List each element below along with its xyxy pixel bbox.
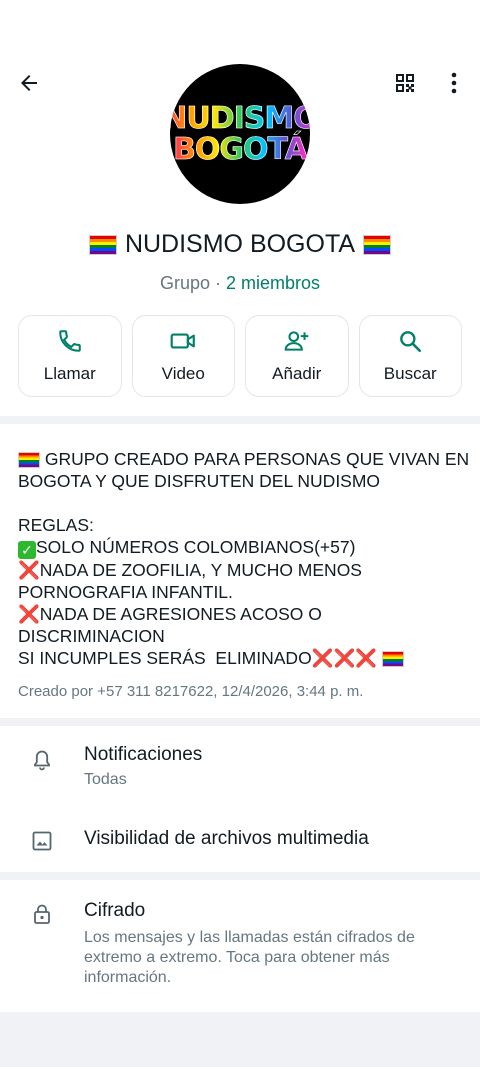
media-visibility-text: Visibilidad de archivos multimedia	[84, 828, 369, 850]
group-name-text: NUDISMO BOGOTA	[124, 230, 356, 258]
action-buttons: Llamar Video Añadir Buscar	[18, 315, 462, 397]
more-options-button[interactable]	[440, 66, 468, 100]
bell-icon	[34, 750, 50, 771]
encryption-text: Cifrado Los mensajes y las llamadas está…	[84, 900, 454, 988]
video-icon	[170, 333, 196, 349]
group-avatar[interactable]: NUDISMO BOGOTÁ	[170, 64, 310, 204]
group-header: NUDISMO BOGOTÁ NUDISMO BOGOTA Grupo · 2 …	[0, 0, 480, 416]
description-text: SOLO NÚMEROS COLOMBIANOS(+57)	[36, 537, 356, 557]
media-visibility-title: Visibilidad de archivos multimedia	[84, 828, 369, 849]
add-label: Añadir	[272, 364, 322, 383]
description-line: PORNOGRAFIA INFANTIL.	[18, 582, 233, 602]
members-count[interactable]: 2 miembros	[226, 273, 320, 293]
cross-mark-icon: ❌	[18, 560, 40, 580]
description-text: SI INCUMPLES SERÁS ELIMINADO	[18, 648, 312, 668]
search-icon	[400, 331, 422, 353]
search-label: Buscar	[383, 364, 437, 383]
back-button[interactable]	[12, 66, 46, 100]
subtitle-separator: ·	[210, 273, 226, 293]
add-person-icon	[284, 331, 309, 351]
description-text: NADA DE AGRESIONES ACOSO O	[39, 604, 322, 624]
call-label: Llamar	[43, 364, 96, 383]
back-arrow-icon	[21, 75, 37, 91]
notifications-title: Notificaciones	[84, 744, 203, 765]
description-line: REGLAS:	[18, 515, 94, 535]
description-line: SI INCUMPLES SERÁS ELIMINADO❌❌❌	[18, 647, 462, 669]
notifications-value: Todas	[84, 771, 127, 788]
cross-mark-icon: ❌	[311, 648, 334, 668]
rainbow-flag-icon	[363, 234, 392, 255]
video-button[interactable]: Video	[131, 315, 235, 397]
rainbow-flag-icon	[88, 234, 117, 255]
description-line: ❌NADA DE AGRESIONES ACOSO O	[18, 603, 462, 625]
video-label: Video	[161, 364, 205, 383]
avatar-logo-line1: NUDISMO	[170, 103, 310, 135]
cross-mark-icon: ❌	[18, 604, 40, 624]
group-subtitle: Grupo · 2 miembros	[0, 273, 480, 294]
description-line: ✓ SOLO NÚMEROS COLOMBIANOS(+57)	[18, 536, 462, 559]
encryption-section[interactable]: Cifrado Los mensajes y las llamadas está…	[0, 880, 480, 1012]
notifications-text: Notificaciones Todas	[84, 744, 202, 789]
description-text: GRUPO CREADO PARA PERSONAS QUE VIVAN EN	[40, 449, 470, 469]
qr-code-button[interactable]	[388, 66, 422, 100]
add-participant-button[interactable]: Añadir	[245, 315, 349, 397]
lock-icon	[34, 904, 50, 924]
media-visibility-row[interactable]: Visibilidad de archivos multimedia	[0, 828, 480, 858]
description-line: ❌NADA DE ZOOFILIA, Y MUCHO MENOS	[18, 559, 462, 581]
check-mark-icon: ✓	[18, 541, 36, 559]
search-button[interactable]: Buscar	[358, 315, 462, 397]
notifications-row[interactable]: Notificaciones Todas	[0, 744, 480, 804]
call-button[interactable]: Llamar	[18, 315, 122, 397]
encryption-description: Los mensajes y las llamadas están cifrad…	[84, 929, 415, 986]
description-line: DISCRIMINACION	[18, 626, 165, 646]
phone-icon	[58, 330, 81, 352]
image-icon	[32, 831, 52, 851]
avatar-logo-line2: BOGOTÁ	[173, 132, 308, 167]
description-blank	[18, 492, 462, 514]
settings-section: Notificaciones Todas Visibilidad de arch…	[0, 726, 480, 872]
cross-mark-icon: ❌	[333, 648, 356, 668]
more-vert-icon	[451, 72, 457, 94]
description-line: BOGOTA Y QUE DISFRUTEN DEL NUDISMO	[18, 471, 381, 491]
rainbow-flag-icon	[18, 452, 40, 469]
group-type: Grupo	[159, 273, 210, 293]
description-line: GRUPO CREADO PARA PERSONAS QUE VIVAN EN	[18, 448, 469, 470]
group-description[interactable]: GRUPO CREADO PARA PERSONAS QUE VIVAN EN …	[0, 424, 480, 718]
rainbow-flag-icon	[381, 651, 404, 668]
group-name: NUDISMO BOGOTA	[0, 230, 480, 259]
created-by-info: Creado por +57 311 8217622, 12/4/2026, 3…	[18, 683, 364, 700]
encryption-title: Cifrado	[84, 900, 146, 921]
cross-mark-icon: ❌	[355, 648, 378, 668]
qr-code-icon	[396, 74, 414, 92]
description-text: NADA DE ZOOFILIA, Y MUCHO MENOS	[39, 560, 362, 580]
